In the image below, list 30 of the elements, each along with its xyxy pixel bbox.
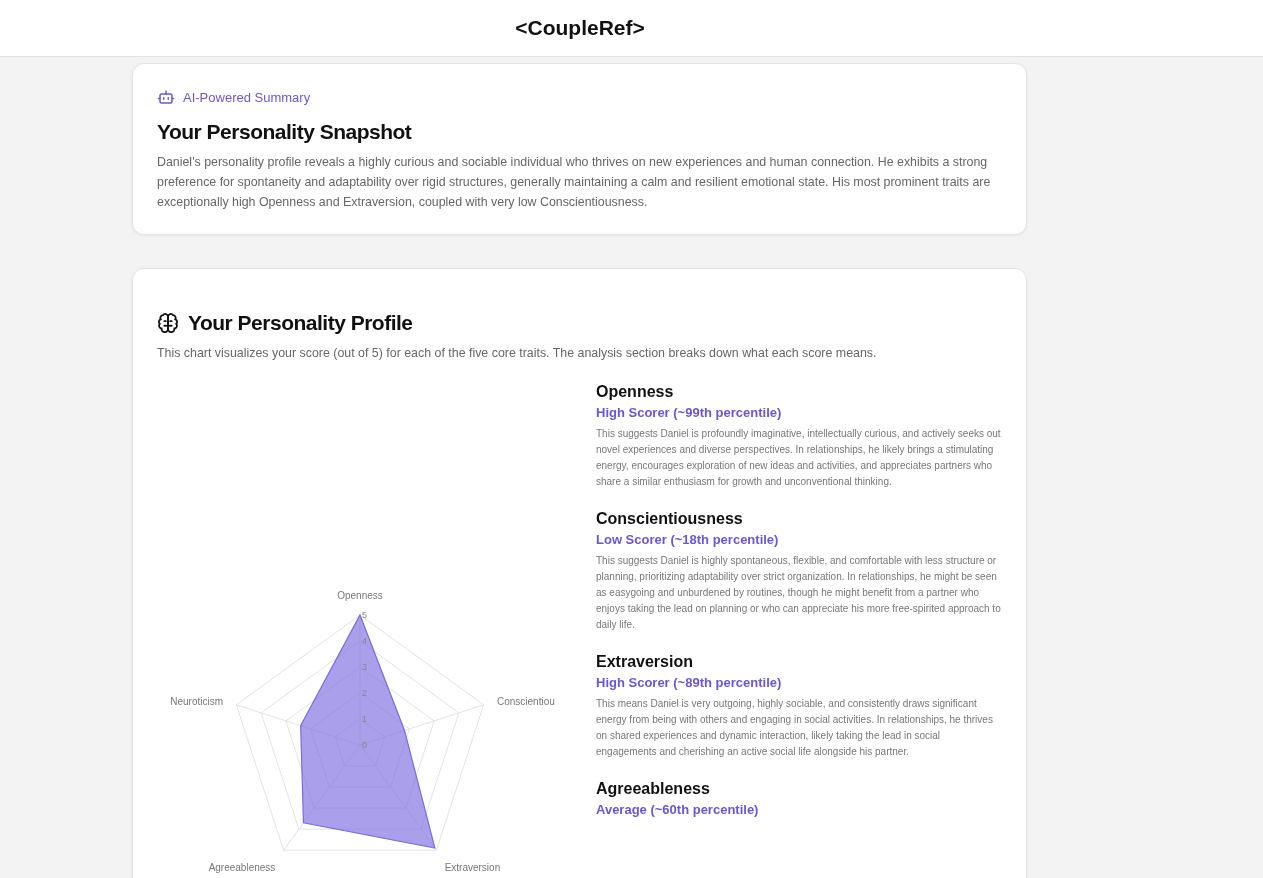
tick-label: 1: [362, 714, 367, 724]
trait-score: Average (~60th percentile): [596, 802, 760, 817]
axis-label: Openness: [337, 590, 383, 601]
trait-description: This means Daniel is very outgoing, highly sociable, and consistently draws significant energy from being with others and engaging in social activities. In relationships, he thrives on shared experiences and dynamic interaction, likely taking the lead in social engagements and cherishing an active social life alongside his partner.: [596, 697, 994, 759]
summary-text: Daniel's personality profile reveals a highly curious and sociable individual who thrives on new experiences and human connection. He exhibits a strong preference for spontaneity and adaptability over rigid structures, generally maintaining a calm and resilient emotional state. His most prominent traits are exceptionally high Openness and Extraversion, coupled with very low Conscientiousness.: [157, 154, 992, 211]
trait-description: This suggests Daniel is highly spontaneous, flexible, and comfortable with less structure or planning, prioritizing adaptability over strict organization. In relationships, he might be seen as easygoing and unburdened by routines, though he might benefit from a partner who enjoys taking the lead on planning or who can appreciate his more free-spirited approach to daily life.: [596, 554, 1002, 632]
trait-score: High Scorer (~99th percentile): [596, 405, 783, 420]
trait-description: This suggests Daniel is profoundly imaginative, intellectually curious, and actively seeks out novel experiences and diverse perspectives. In relationships, he likely brings a stimulating energy, encourages exploration of new ideas and activities, and appreciates partners who share a similar enthusiasm for growth and unconventional thinking.: [596, 427, 1002, 489]
trait-score: High Scorer (~89th percentile): [596, 675, 783, 690]
tick-label: 3: [362, 662, 367, 672]
trait-name: Agreeableness: [596, 780, 711, 798]
axis-label: Agreeableness: [208, 862, 276, 874]
profile-intro: This chart visualizes your score (out of 5) for each of the five core traits. The analysis section breaks down what each score means.: [157, 345, 878, 362]
brain-icon: [157, 312, 179, 334]
axis-label: Extraversion: [444, 862, 501, 874]
app-title: <CoupleRef>: [515, 16, 645, 40]
summary-label: AI-Powered Summary: [183, 89, 311, 105]
tick-label: 5: [362, 610, 367, 620]
summary-title: Your Personality Snapshot: [157, 120, 413, 144]
profile-title: Your Personality Profile: [188, 311, 413, 335]
axis-label: Neuroticism: [170, 695, 224, 707]
robot-icon: [157, 88, 175, 106]
tick-label: 4: [362, 636, 367, 646]
trait-name: Conscientiousness: [596, 510, 744, 528]
tick-label: 0: [362, 740, 367, 750]
axis-label: Conscientiou: [496, 695, 555, 707]
tick-label: 2: [362, 688, 367, 698]
trait-name: Openness: [596, 383, 675, 401]
trait-name: Extraversion: [596, 653, 694, 671]
trait-score: Low Scorer (~18th percentile): [596, 532, 780, 547]
